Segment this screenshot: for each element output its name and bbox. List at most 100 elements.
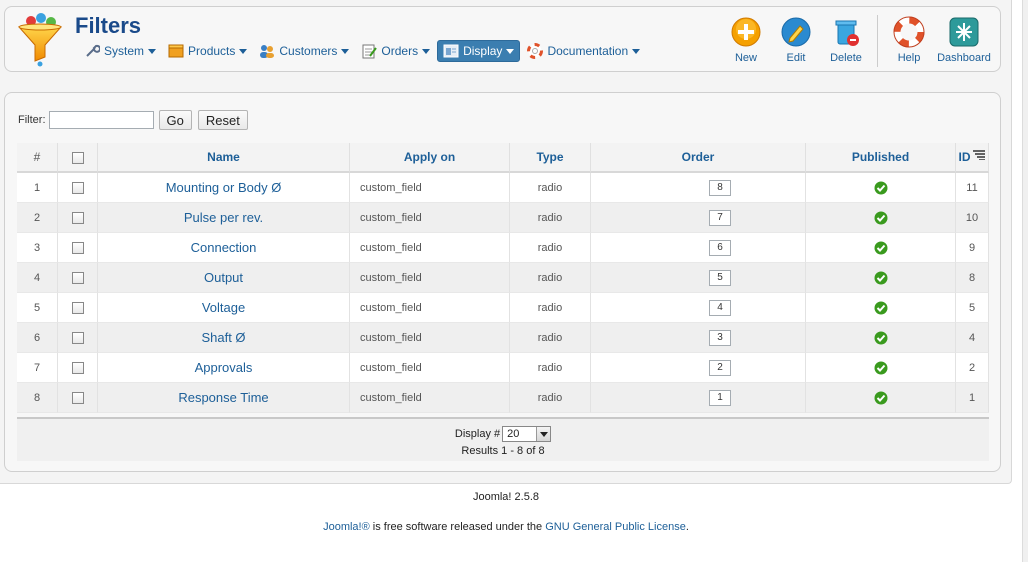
- row-select[interactable]: [58, 383, 98, 413]
- filter-name-link[interactable]: Voltage: [98, 293, 350, 323]
- row-select[interactable]: [58, 173, 98, 203]
- published-cell[interactable]: [806, 293, 956, 323]
- row-checkbox[interactable]: [71, 331, 84, 344]
- row-checkbox[interactable]: [71, 211, 84, 224]
- edit-button[interactable]: Edit: [771, 13, 821, 69]
- order-input[interactable]: 2: [709, 359, 731, 376]
- window-edge: [1022, 0, 1028, 562]
- order-input[interactable]: 6: [709, 239, 731, 256]
- order-input[interactable]: 4: [709, 299, 731, 316]
- dashboard-label: Dashboard: [937, 52, 991, 64]
- published-check-icon[interactable]: [874, 271, 888, 285]
- delete-label: Delete: [830, 52, 862, 64]
- menu-orders[interactable]: Orders: [356, 40, 435, 62]
- filter-name-link[interactable]: Approvals: [98, 353, 350, 383]
- row-checkbox[interactable]: [71, 181, 84, 194]
- filter-name-link[interactable]: Mounting or Body Ø: [98, 173, 350, 203]
- version-text: Joomla! 2.5.8: [472, 491, 540, 503]
- help-lifebuoy-icon: [893, 16, 925, 48]
- col-select-all[interactable]: [58, 143, 98, 173]
- published-check-icon[interactable]: [874, 361, 888, 375]
- menu-products[interactable]: Products: [163, 40, 252, 62]
- menu-system-label: System: [104, 44, 145, 58]
- gpl-link[interactable]: GNU General Public License: [545, 521, 686, 533]
- delete-button[interactable]: Delete: [821, 13, 871, 69]
- new-button[interactable]: New: [721, 13, 771, 69]
- menu-customers-label: Customers: [279, 44, 338, 58]
- filter-name-link[interactable]: Output: [98, 263, 350, 293]
- order-input[interactable]: 5: [709, 269, 731, 286]
- row-checkbox[interactable]: [71, 241, 84, 254]
- order-cell: 2: [591, 353, 806, 383]
- row-checkbox[interactable]: [71, 301, 84, 314]
- order-input[interactable]: 1: [709, 389, 731, 406]
- apply-on-cell: custom_field: [350, 233, 510, 263]
- published-check-icon[interactable]: [874, 391, 888, 405]
- published-check-icon[interactable]: [874, 331, 888, 345]
- row-select[interactable]: [58, 293, 98, 323]
- published-cell[interactable]: [806, 353, 956, 383]
- published-check-icon[interactable]: [874, 301, 888, 315]
- type-cell: radio: [510, 263, 591, 293]
- published-cell[interactable]: [806, 233, 956, 263]
- order-cell: 5: [591, 263, 806, 293]
- row-checkbox[interactable]: [71, 271, 84, 284]
- menu-display[interactable]: Display: [437, 40, 521, 62]
- chevron-down-icon: [632, 48, 641, 54]
- menu-orders-label: Orders: [381, 44, 419, 58]
- users-icon: [260, 45, 275, 58]
- published-cell[interactable]: [806, 323, 956, 353]
- display-limit-select[interactable]: 20: [502, 426, 552, 442]
- filter-name-link[interactable]: Shaft Ø: [98, 323, 350, 353]
- col-apply-on-header[interactable]: Apply on: [350, 143, 510, 173]
- display-limit: Display # 20: [17, 426, 989, 442]
- published-cell[interactable]: [806, 263, 956, 293]
- filter-input[interactable]: [48, 111, 154, 129]
- menu-customers[interactable]: Customers: [254, 40, 354, 62]
- main-panel: Filter: Go Reset # Name Apply on Type Or…: [4, 92, 1001, 472]
- order-input[interactable]: 7: [709, 209, 731, 226]
- col-order-header[interactable]: Order: [591, 143, 806, 173]
- published-cell[interactable]: [806, 383, 956, 413]
- order-input[interactable]: 3: [709, 329, 731, 346]
- filter-name-link[interactable]: Response Time: [98, 383, 350, 413]
- col-type-header[interactable]: Type: [510, 143, 591, 173]
- col-id-header[interactable]: ID: [956, 143, 989, 173]
- menu-documentation[interactable]: Documentation: [522, 40, 645, 62]
- filter-name-link[interactable]: Connection: [98, 233, 350, 263]
- dashboard-button[interactable]: Dashboard: [934, 13, 994, 69]
- go-button[interactable]: Go: [158, 110, 192, 130]
- order-input[interactable]: 8: [709, 179, 731, 196]
- published-check-icon[interactable]: [874, 211, 888, 225]
- box-icon: [168, 44, 184, 58]
- joomla-link[interactable]: Joomla!®: [323, 521, 370, 533]
- row-select[interactable]: [58, 323, 98, 353]
- lifebuoy-icon: [527, 43, 544, 59]
- table-row: 7 Approvals custom_field radio 2 2: [17, 353, 989, 383]
- published-check-icon[interactable]: [874, 181, 888, 195]
- chevron-down-icon: [148, 48, 157, 54]
- row-checkbox[interactable]: [71, 391, 84, 404]
- row-select[interactable]: [58, 233, 98, 263]
- id-cell: 5: [956, 293, 989, 323]
- row-select[interactable]: [58, 263, 98, 293]
- published-cell[interactable]: [806, 173, 956, 203]
- reset-button[interactable]: Reset: [197, 110, 248, 130]
- row-checkbox[interactable]: [71, 361, 84, 374]
- row-select[interactable]: [58, 203, 98, 233]
- col-published-header[interactable]: Published: [806, 143, 956, 173]
- select-all-checkbox[interactable]: [71, 151, 84, 164]
- published-check-icon[interactable]: [874, 241, 888, 255]
- order-cell: 6: [591, 233, 806, 263]
- table-row: 5 Voltage custom_field radio 4 5: [17, 293, 989, 323]
- col-name-header[interactable]: Name: [98, 143, 350, 173]
- menu-display-label: Display: [463, 44, 503, 58]
- row-number: 5: [17, 293, 58, 323]
- filter-name-link[interactable]: Pulse per rev.: [98, 203, 350, 233]
- row-select[interactable]: [58, 353, 98, 383]
- help-button[interactable]: Help: [884, 13, 934, 69]
- published-cell[interactable]: [806, 203, 956, 233]
- help-label: Help: [897, 52, 921, 64]
- license-mid: is free software released under the: [369, 521, 546, 533]
- menu-system[interactable]: System: [79, 40, 161, 62]
